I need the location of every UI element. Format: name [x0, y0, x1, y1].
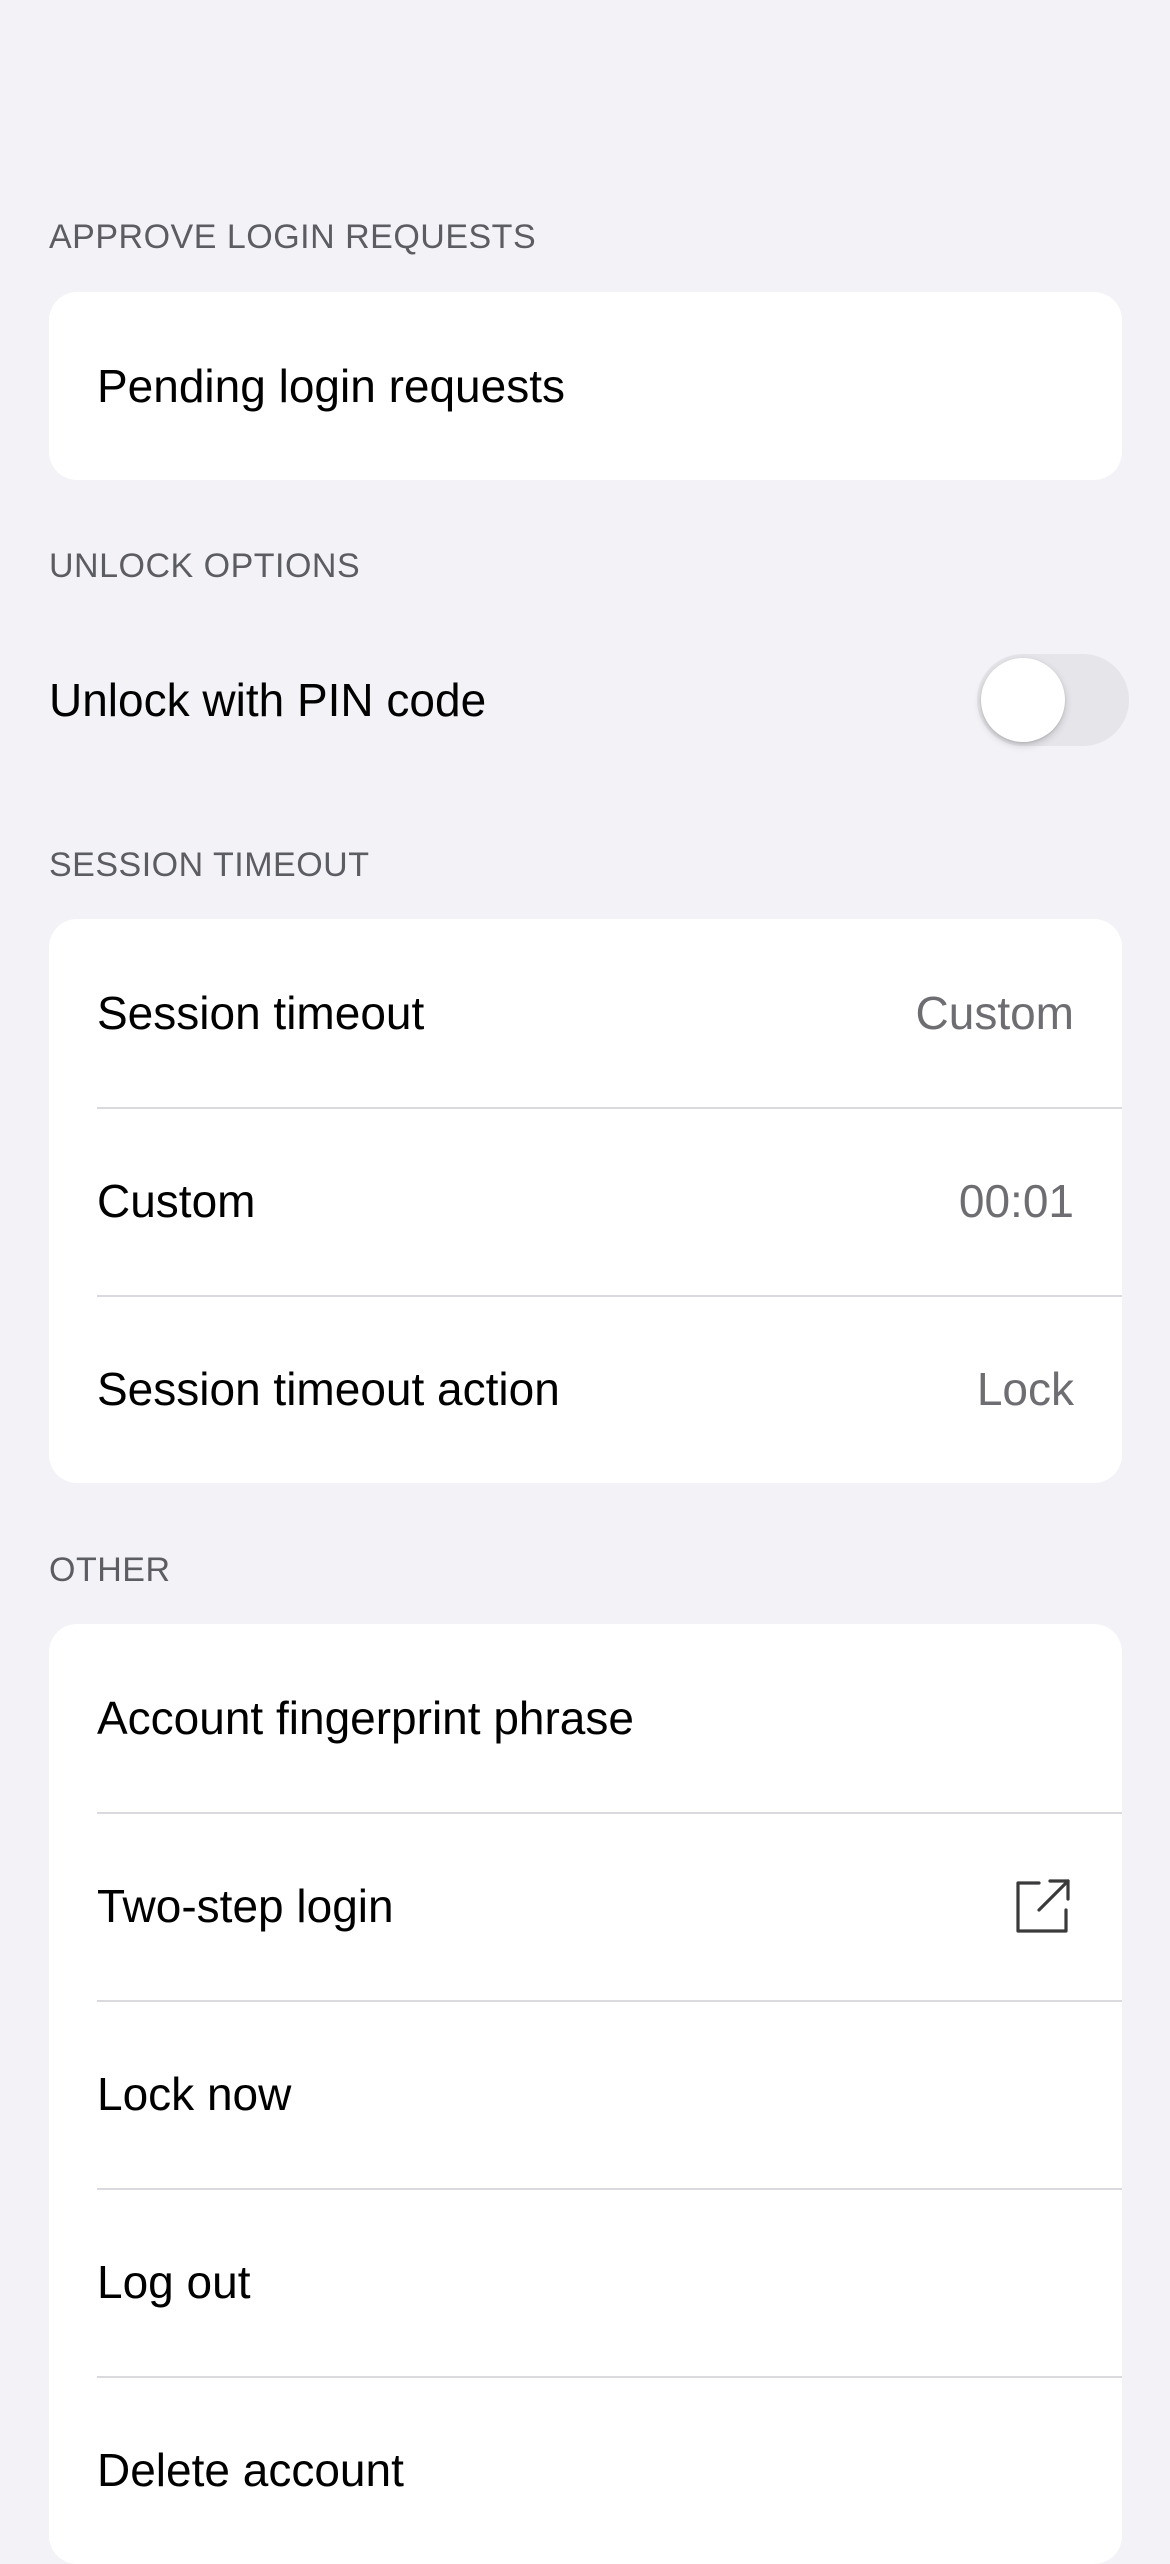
section-header-approve-login: APPROVE LOGIN REQUESTS [49, 218, 537, 256]
session-timeout-card: Session timeout Custom Custom 00:01 Sess… [49, 919, 1122, 1483]
custom-timeout-label: Custom [97, 1175, 256, 1227]
log-out-row[interactable]: Log out [49, 2188, 1122, 2376]
log-out-label: Log out [97, 2256, 251, 2308]
session-timeout-label: Session timeout [97, 987, 425, 1039]
section-header-session-timeout: SESSION TIMEOUT [49, 846, 370, 884]
session-timeout-action-row[interactable]: Session timeout action Lock [49, 1295, 1122, 1483]
pending-login-requests-row[interactable]: Pending login requests [49, 292, 1122, 480]
unlock-pin-row: Unlock with PIN code [49, 640, 1129, 760]
toggle-knob [981, 658, 1065, 742]
external-link-icon [1012, 1875, 1074, 1937]
lock-now-label: Lock now [97, 2068, 292, 2120]
other-card: Account fingerprint phrase Two-step logi… [49, 1624, 1122, 2564]
session-timeout-row[interactable]: Session timeout Custom [49, 919, 1122, 1107]
custom-timeout-value: 00:01 [958, 1175, 1074, 1227]
section-header-unlock-options: UNLOCK OPTIONS [49, 547, 361, 585]
account-fingerprint-label: Account fingerprint phrase [97, 1692, 634, 1744]
unlock-pin-toggle[interactable] [977, 654, 1129, 746]
lock-now-row[interactable]: Lock now [49, 2000, 1122, 2188]
delete-account-row[interactable]: Delete account [49, 2376, 1122, 2564]
section-header-other: OTHER [49, 1551, 171, 1589]
delete-account-label: Delete account [97, 2444, 404, 2496]
session-timeout-action-label: Session timeout action [97, 1363, 560, 1415]
two-step-login-label: Two-step login [97, 1880, 394, 1932]
unlock-pin-label: Unlock with PIN code [49, 674, 487, 726]
approve-login-card: Pending login requests [49, 292, 1122, 480]
pending-login-requests-label: Pending login requests [97, 360, 565, 412]
session-timeout-value: Custom [915, 987, 1074, 1039]
two-step-login-row[interactable]: Two-step login [49, 1812, 1122, 2000]
custom-timeout-row[interactable]: Custom 00:01 [49, 1107, 1122, 1295]
session-timeout-action-value: Lock [976, 1363, 1074, 1415]
account-fingerprint-row[interactable]: Account fingerprint phrase [49, 1624, 1122, 1812]
